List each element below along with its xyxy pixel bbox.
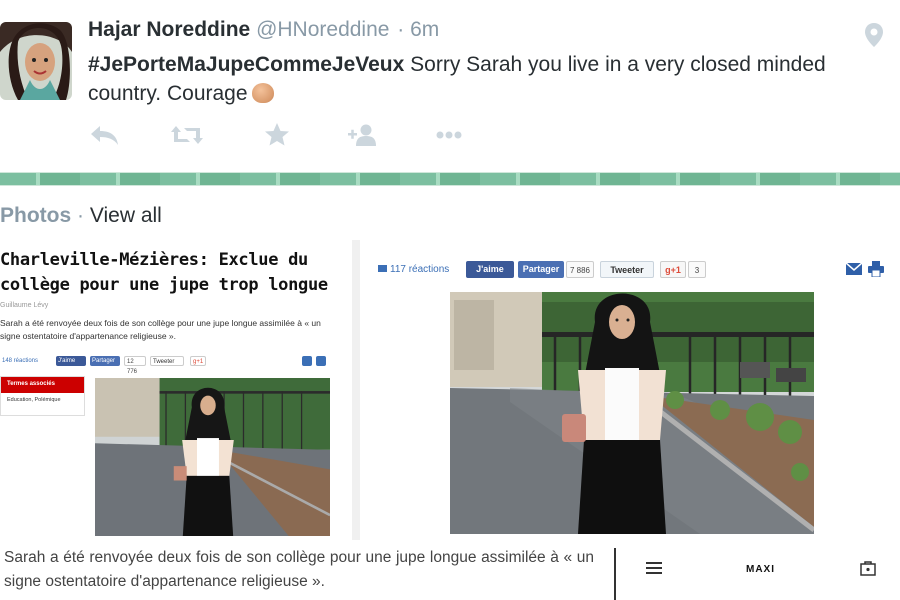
tweet-time[interactable]: · 6m	[397, 18, 439, 41]
share-button[interactable]: Partager	[518, 261, 564, 278]
author-name[interactable]: Hajar Noreddine	[88, 18, 250, 41]
decorative-strip	[0, 172, 900, 186]
article-thumbnail-right[interactable]: 117 réactions J'aime Partager 7 886 Twee…	[370, 252, 890, 542]
like-button[interactable]: J'aime	[466, 261, 514, 278]
mini-print-icon	[316, 356, 326, 366]
tweet-text: #JePorteMaJupeCommeJeVeux Sorry Sarah yo…	[88, 50, 888, 108]
shop-brand[interactable]: MAXI	[746, 564, 775, 575]
mini-tweet-button: Tweeter	[150, 356, 184, 366]
panel-divider	[352, 240, 360, 540]
reactions-count[interactable]: 117 réactions	[378, 261, 449, 278]
mini-mail-icon	[302, 356, 312, 366]
location-pin-icon[interactable]	[864, 22, 884, 48]
more-icon[interactable]	[432, 120, 466, 150]
hashtag-link[interactable]: #JePorteMaJupeCommeJeVeux	[88, 53, 404, 76]
shop-header-thumbnail[interactable]: MAXI	[614, 548, 900, 600]
article-thumbnail-left[interactable]: Charleville-Mézières: Exclue du collège …	[0, 240, 340, 540]
photos-title: Photos	[0, 204, 72, 227]
print-icon[interactable]	[868, 261, 884, 277]
article-lead: Sarah a été renvoyée deux fois de son co…	[0, 318, 321, 341]
tweet-button[interactable]: Tweeter	[600, 261, 654, 278]
mini-share-bar: 148 réactions J'aime Partager 12 776 Twe…	[0, 356, 332, 375]
article-caption: Sarah a été renvoyée deux fois de son co…	[4, 549, 594, 590]
tweet: Hajar Noreddine @HNoreddine · 6m #JePort…	[0, 0, 900, 172]
mail-icon[interactable]	[846, 262, 862, 276]
article-photo-small	[95, 378, 330, 536]
author-handle[interactable]: @HNoreddine	[256, 18, 389, 41]
tweet-header: Hajar Noreddine @HNoreddine · 6m	[88, 18, 439, 42]
mini-gplus-button: g+1	[190, 356, 206, 366]
photos-header: Photos · View all	[0, 204, 162, 228]
article-photo-large	[450, 292, 814, 534]
reply-icon[interactable]	[88, 120, 122, 150]
favorite-icon[interactable]	[260, 120, 294, 150]
related-terms-list: Education, Polémique	[7, 397, 61, 403]
shopping-bag-icon[interactable]	[860, 560, 876, 576]
clapping-hands-icon	[251, 83, 274, 103]
comment-icon	[378, 265, 387, 272]
avatar[interactable]	[0, 22, 72, 100]
menu-icon[interactable]	[646, 562, 662, 574]
mini-like-button: J'aime	[56, 356, 86, 366]
share-count: 7 886	[566, 261, 594, 278]
article-title: Charleville-Mézières: Exclue du collège …	[0, 250, 328, 295]
gplus-button[interactable]: g+1	[660, 261, 686, 278]
mini-reactions: 148 réactions	[2, 358, 39, 364]
related-terms-box: Termes associés Education, Polémique	[0, 376, 85, 416]
view-all-link[interactable]: View all	[90, 204, 162, 227]
mini-share-button: Partager	[90, 356, 120, 366]
gplus-count: 3	[688, 261, 706, 278]
tweet-actions	[88, 120, 508, 150]
share-bar: 117 réactions J'aime Partager 7 886 Twee…	[370, 258, 890, 282]
article-author: Guillaume Lévy	[0, 302, 49, 309]
reactions-label: 117 réactions	[390, 264, 450, 275]
retweet-icon[interactable]	[170, 120, 204, 150]
related-terms-title: Termes associés	[1, 377, 84, 393]
photos-separator: ·	[71, 204, 90, 227]
mini-share-count: 12 776	[124, 356, 146, 375]
follow-icon[interactable]	[346, 120, 380, 150]
